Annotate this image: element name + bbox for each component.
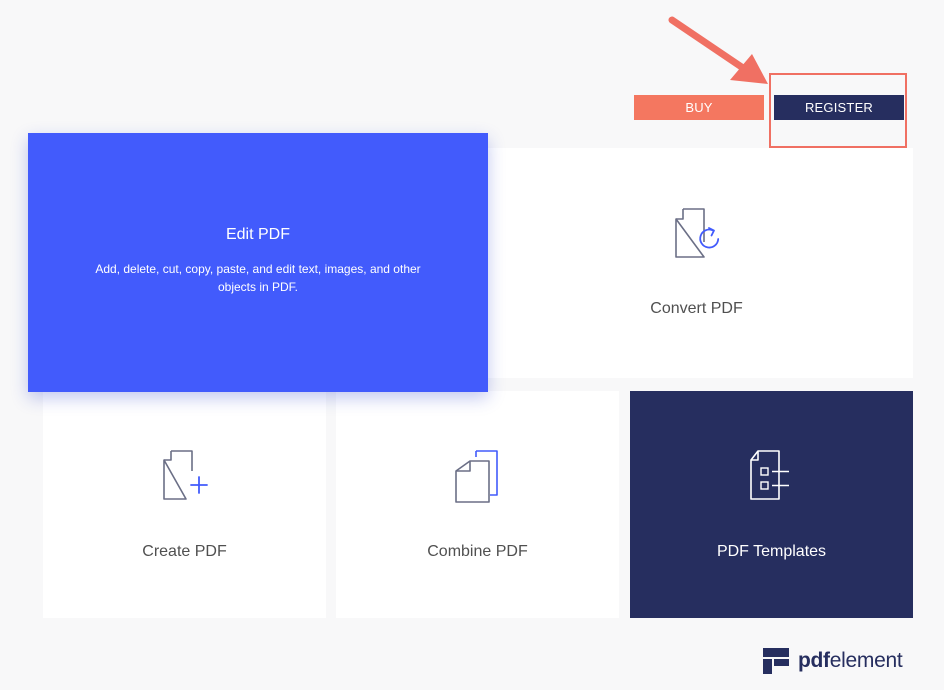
edit-pdf-card[interactable]: Edit PDF Add, delete, cut, copy, paste, … bbox=[28, 133, 488, 392]
pdf-templates-label: PDF Templates bbox=[716, 543, 827, 560]
pdf-templates-card[interactable]: PDF Templates bbox=[630, 391, 913, 618]
pdfelement-logo-text: pdfelement bbox=[798, 649, 903, 673]
pdfelement-logo-icon bbox=[763, 648, 789, 674]
pdf-templates-icon bbox=[749, 450, 789, 500]
pdfelement-logo: pdfelement bbox=[763, 647, 903, 675]
edit-pdf-description: Add, delete, cut, copy, paste, and edit … bbox=[95, 262, 421, 294]
combine-pdf-icon bbox=[454, 450, 498, 503]
buy-button[interactable]: BUY bbox=[634, 95, 764, 120]
create-pdf-icon bbox=[162, 450, 208, 500]
create-pdf-card[interactable]: Create PDF bbox=[43, 391, 326, 618]
annotation-arrow bbox=[668, 16, 768, 84]
edit-pdf-title: Edit PDF bbox=[225, 226, 290, 243]
register-button[interactable]: REGISTER bbox=[774, 95, 904, 120]
convert-pdf-card[interactable]: Convert PDF bbox=[480, 148, 913, 378]
convert-pdf-icon bbox=[674, 208, 719, 258]
convert-pdf-label: Convert PDF bbox=[650, 300, 743, 317]
create-pdf-label: Create PDF bbox=[142, 543, 227, 560]
combine-pdf-card[interactable]: Combine PDF bbox=[336, 391, 619, 618]
logo-text-rest: element bbox=[829, 649, 903, 672]
logo-text-bold: pdf bbox=[798, 649, 830, 672]
combine-pdf-label: Combine PDF bbox=[427, 543, 528, 560]
